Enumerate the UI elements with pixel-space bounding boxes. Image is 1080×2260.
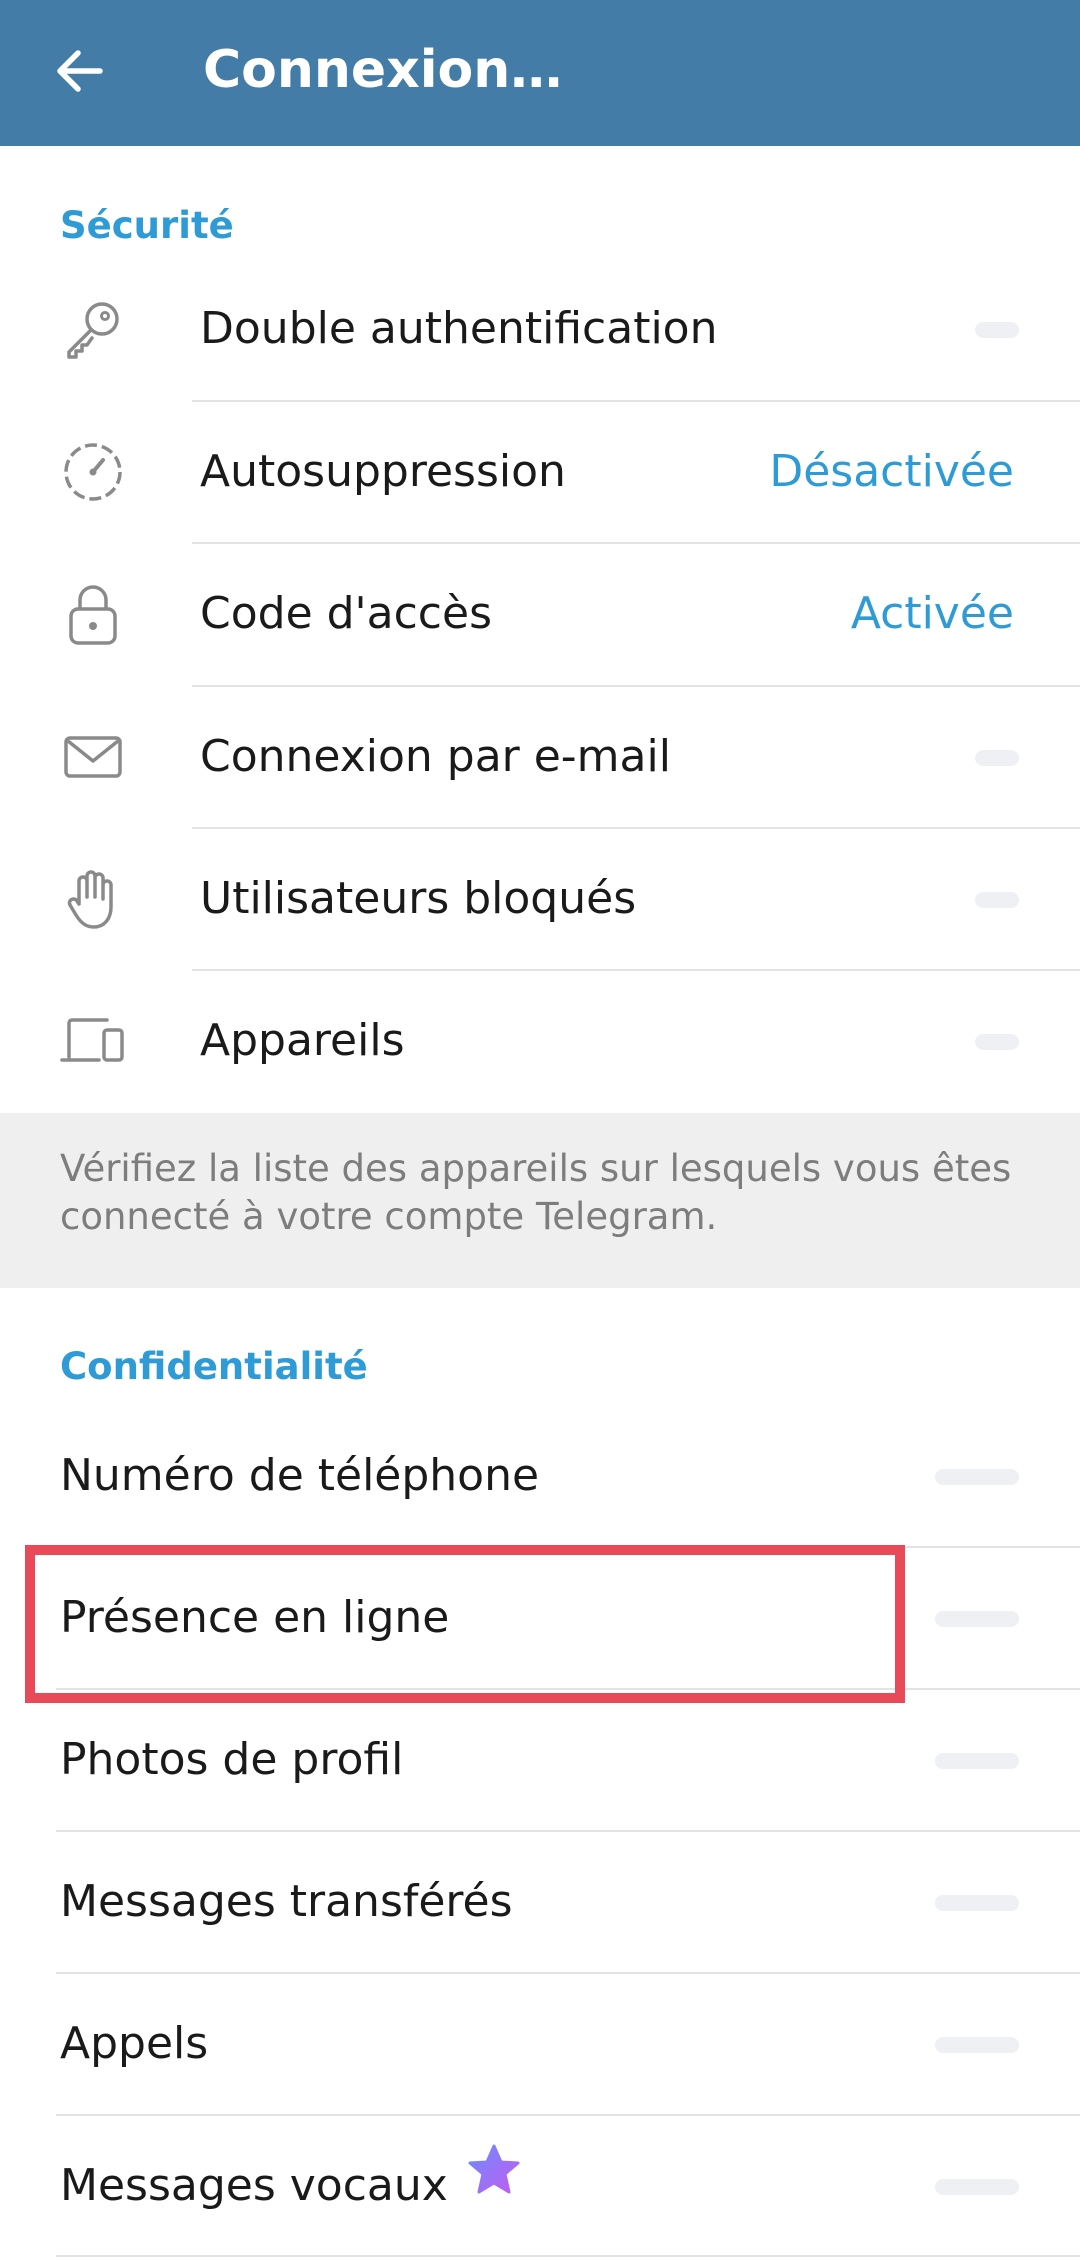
row-label: Photos de profil <box>60 1734 404 1785</box>
row-label: Messages vocaux <box>60 2160 448 2211</box>
row-label: Appareils <box>200 1015 405 1066</box>
row-passcode[interactable]: Code d'accès Activée <box>0 543 1080 685</box>
passcode-value: Activée <box>850 588 1014 639</box>
mail-icon <box>58 722 128 792</box>
row-label: Double authentification <box>200 303 718 354</box>
row-value-placeholder <box>935 2179 1019 2195</box>
devices-info-text: Vérifiez la liste des appareils sur lesq… <box>60 1147 1012 1238</box>
row-two-step-verification[interactable]: Double authentification <box>0 258 1080 400</box>
row-label: Présence en ligne <box>60 1592 450 1643</box>
row-value-placeholder <box>935 1469 1019 1485</box>
divider <box>56 2255 1080 2257</box>
devices-info-box: Vérifiez la liste des appareils sur lesq… <box>0 1113 1080 1288</box>
row-label: Numéro de téléphone <box>60 1450 540 1501</box>
lock-icon <box>58 579 128 649</box>
row-login-email[interactable]: Connexion par e-mail <box>0 686 1080 828</box>
section-title-security: Sécurité <box>60 204 234 247</box>
row-label: Messages transférés <box>60 1876 513 1927</box>
row-calls[interactable]: Appels <box>0 1973 1080 2115</box>
row-profile-photos[interactable]: Photos de profil <box>0 1689 1080 1831</box>
premium-star-icon <box>466 2112 522 2254</box>
row-value-placeholder <box>975 322 1019 338</box>
row-label: Appels <box>60 2018 209 2069</box>
row-value-placeholder <box>975 892 1019 908</box>
row-label: Autosuppression <box>200 446 566 497</box>
row-label: Code d'accès <box>200 588 492 639</box>
back-button[interactable] <box>38 30 120 112</box>
auto-delete-value: Désactivée <box>769 446 1014 497</box>
row-value-placeholder <box>935 1895 1019 1911</box>
row-label: Connexion par e-mail <box>200 731 671 782</box>
row-label-wrap: Messages vocaux <box>60 2115 522 2257</box>
row-devices[interactable]: Appareils <box>0 970 1080 1112</box>
row-voice-messages[interactable]: Messages vocaux <box>0 2115 1080 2257</box>
devices-icon <box>58 1006 128 1076</box>
row-value-placeholder <box>935 1611 1019 1627</box>
row-auto-delete[interactable]: Autosuppression Désactivée <box>0 401 1080 543</box>
row-value-placeholder <box>935 1753 1019 1769</box>
row-phone-number[interactable]: Numéro de téléphone <box>0 1405 1080 1547</box>
timer-icon <box>58 437 128 507</box>
arrow-left-icon <box>57 50 103 92</box>
key-icon <box>58 294 128 364</box>
row-last-seen-online[interactable]: Présence en ligne <box>0 1547 1080 1689</box>
app-bar: Connexion… <box>0 0 1080 146</box>
row-label: Utilisateurs bloqués <box>200 873 637 924</box>
row-value-placeholder <box>975 750 1019 766</box>
page-title: Connexion… <box>203 40 563 100</box>
section-title-privacy: Confidentialité <box>60 1345 368 1388</box>
row-forwarded-messages[interactable]: Messages transférés <box>0 1831 1080 1973</box>
row-value-placeholder <box>935 2037 1019 2053</box>
hand-icon <box>58 864 128 934</box>
row-blocked-users[interactable]: Utilisateurs bloqués <box>0 828 1080 970</box>
row-value-placeholder <box>975 1034 1019 1050</box>
